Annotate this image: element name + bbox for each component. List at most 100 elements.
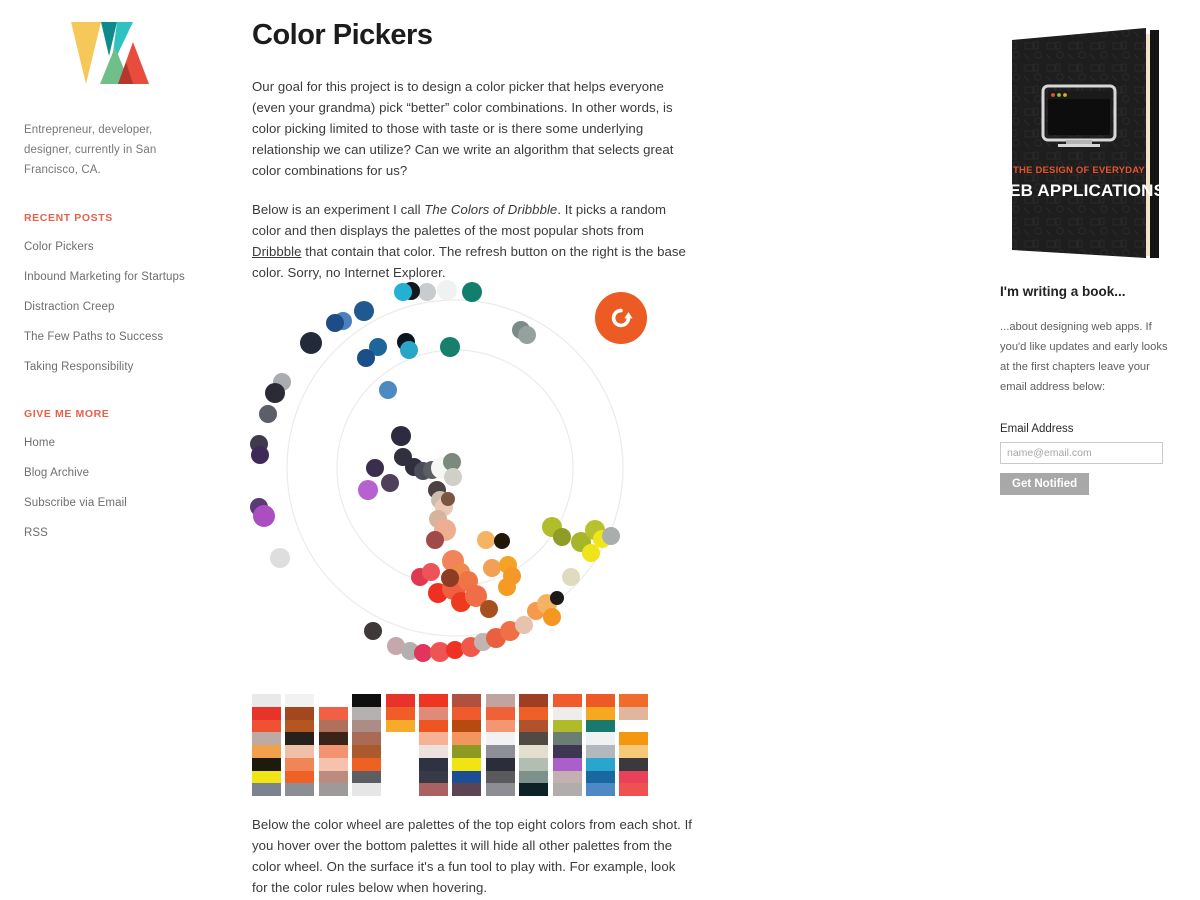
palette-swatch[interactable] xyxy=(485,719,515,733)
email-field[interactable] xyxy=(1000,442,1163,464)
palette-swatch[interactable] xyxy=(252,783,281,796)
color-dot[interactable] xyxy=(498,578,516,596)
color-dot[interactable] xyxy=(391,426,411,446)
color-dot[interactable] xyxy=(483,559,501,577)
color-dot[interactable] xyxy=(354,301,374,321)
palette-swatch[interactable] xyxy=(418,745,448,758)
color-dot[interactable] xyxy=(518,326,536,344)
color-dot[interactable] xyxy=(553,528,571,546)
palette-swatch[interactable] xyxy=(485,732,515,745)
color-dot[interactable] xyxy=(494,533,510,549)
color-dot[interactable] xyxy=(480,600,498,618)
sidebar-item-rss[interactable]: RSS xyxy=(24,526,196,540)
palette-swatch[interactable] xyxy=(418,783,448,796)
color-dot[interactable] xyxy=(379,381,397,399)
palette-swatch[interactable] xyxy=(318,745,348,758)
palette-swatch[interactable] xyxy=(452,732,482,745)
sidebar-item-taking-responsibility[interactable]: Taking Responsibility xyxy=(24,360,196,374)
color-dot[interactable] xyxy=(358,480,378,500)
palette-swatch[interactable] xyxy=(285,757,315,771)
palette-swatch[interactable] xyxy=(519,770,549,784)
palette-swatch[interactable] xyxy=(452,770,482,784)
dribbble-link[interactable]: Dribbble xyxy=(252,244,302,259)
palette-swatch[interactable] xyxy=(519,694,549,707)
palette-swatch[interactable] xyxy=(418,732,448,745)
color-dot[interactable] xyxy=(550,591,564,605)
color-dot[interactable] xyxy=(446,641,464,659)
palette-swatch[interactable] xyxy=(519,745,549,758)
color-dot[interactable] xyxy=(582,544,600,562)
palette-swatch[interactable] xyxy=(385,732,415,745)
palette-swatch[interactable] xyxy=(285,732,315,745)
palette-swatch[interactable] xyxy=(285,706,315,720)
palette-swatch[interactable] xyxy=(252,732,281,745)
palette-swatch[interactable] xyxy=(485,706,515,720)
palette-swatch[interactable] xyxy=(619,719,649,733)
sidebar-item-distraction-creep[interactable]: Distraction Creep xyxy=(24,300,196,314)
palette-swatch[interactable] xyxy=(585,732,615,745)
palette-swatch[interactable] xyxy=(318,757,348,771)
palette-swatch[interactable] xyxy=(252,770,281,784)
palette-swatch[interactable] xyxy=(619,706,649,720)
palette-swatch[interactable] xyxy=(285,694,315,707)
palette-swatch[interactable] xyxy=(352,719,382,733)
color-dot[interactable] xyxy=(400,341,418,359)
palette-swatch[interactable] xyxy=(585,719,615,733)
refresh-button[interactable] xyxy=(595,292,647,344)
sidebar-item-inbound-marketing-for-startups[interactable]: Inbound Marketing for Startups xyxy=(24,270,196,284)
color-dot[interactable] xyxy=(300,332,322,354)
palette-swatch[interactable] xyxy=(452,694,482,707)
sidebar-item-color-pickers[interactable]: Color Pickers xyxy=(24,240,196,254)
color-dot[interactable] xyxy=(515,616,533,634)
color-dot[interactable] xyxy=(543,608,561,626)
palette-swatch[interactable] xyxy=(418,770,448,784)
color-dot[interactable] xyxy=(381,474,399,492)
palette-swatch[interactable] xyxy=(385,757,415,771)
palette-swatch[interactable] xyxy=(418,694,448,707)
palette-strip-row[interactable] xyxy=(252,694,652,796)
palette-swatch[interactable] xyxy=(352,694,382,707)
palette-swatch[interactable] xyxy=(519,732,549,745)
palette-swatch[interactable] xyxy=(552,706,582,720)
palette-column[interactable] xyxy=(285,694,315,796)
palette-swatch[interactable] xyxy=(452,745,482,758)
color-dot[interactable] xyxy=(366,459,384,477)
palette-swatch[interactable] xyxy=(552,783,582,796)
palette-swatch[interactable] xyxy=(485,745,515,758)
palette-swatch[interactable] xyxy=(452,783,482,796)
palette-swatch[interactable] xyxy=(385,694,415,707)
palette-swatch[interactable] xyxy=(452,719,482,733)
palette-swatch[interactable] xyxy=(418,719,448,733)
palette-swatch[interactable] xyxy=(619,732,649,745)
palette-column[interactable] xyxy=(252,694,281,796)
palette-swatch[interactable] xyxy=(352,745,382,758)
palette-column[interactable] xyxy=(352,694,382,796)
palette-column[interactable] xyxy=(619,694,649,796)
palette-swatch[interactable] xyxy=(352,783,382,796)
color-dot[interactable] xyxy=(414,644,432,662)
palette-swatch[interactable] xyxy=(318,783,348,796)
palette-swatch[interactable] xyxy=(619,745,649,758)
palette-swatch[interactable] xyxy=(318,719,348,733)
palette-swatch[interactable] xyxy=(585,757,615,771)
palette-column[interactable] xyxy=(385,694,415,796)
palette-swatch[interactable] xyxy=(485,757,515,771)
color-dot[interactable] xyxy=(265,383,285,403)
palette-swatch[interactable] xyxy=(585,694,615,707)
palette-swatch[interactable] xyxy=(352,732,382,745)
color-dot[interactable] xyxy=(422,563,440,581)
palette-swatch[interactable] xyxy=(418,757,448,771)
palette-swatch[interactable] xyxy=(585,783,615,796)
color-dot[interactable] xyxy=(426,531,444,549)
palette-swatch[interactable] xyxy=(485,783,515,796)
palette-swatch[interactable] xyxy=(552,745,582,758)
color-dot[interactable] xyxy=(441,492,455,506)
color-dot[interactable] xyxy=(562,568,580,586)
palette-column[interactable] xyxy=(519,694,549,796)
palette-column[interactable] xyxy=(318,694,348,796)
palette-swatch[interactable] xyxy=(552,694,582,707)
palette-swatch[interactable] xyxy=(585,706,615,720)
color-dot[interactable] xyxy=(440,337,460,357)
palette-swatch[interactable] xyxy=(552,719,582,733)
palette-swatch[interactable] xyxy=(252,719,281,733)
